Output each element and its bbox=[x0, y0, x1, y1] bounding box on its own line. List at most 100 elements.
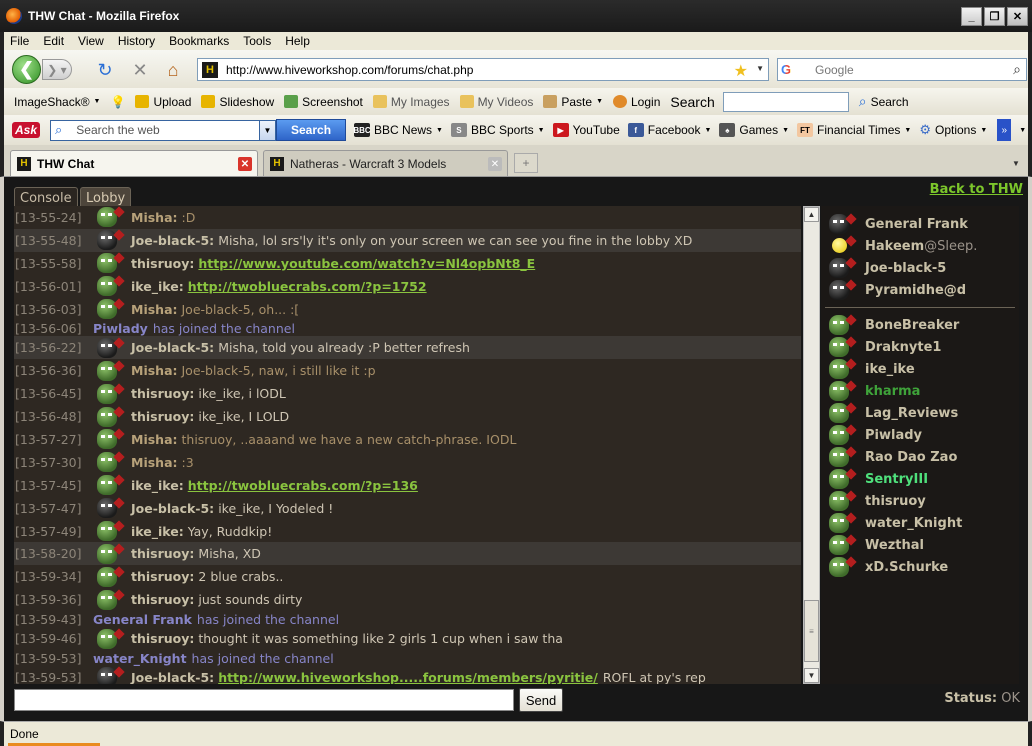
back-to-thw-link[interactable]: Back to THW bbox=[930, 182, 1023, 197]
bookmark-star-icon[interactable]: ★ bbox=[734, 61, 748, 81]
message-input[interactable] bbox=[14, 689, 514, 711]
message-author[interactable]: Joe-black-5: bbox=[131, 670, 214, 684]
user-name[interactable]: Joe-black-5 bbox=[865, 261, 946, 276]
google-icon[interactable]: G bbox=[781, 62, 799, 78]
message-author[interactable]: Misha: bbox=[131, 455, 178, 470]
ask-search-input[interactable]: ⌕ Search the web ▼ bbox=[50, 119, 277, 141]
message-author[interactable]: Misha: bbox=[131, 210, 178, 225]
user-name[interactable]: General Frank bbox=[865, 217, 968, 232]
back-button[interactable]: ❮ bbox=[12, 55, 41, 84]
scroll-down-icon[interactable]: ▼ bbox=[804, 668, 819, 683]
user-list-item[interactable]: ike_ike bbox=[821, 358, 1019, 380]
user-name[interactable]: thisruoy bbox=[865, 494, 926, 509]
user-list-item[interactable]: water_Knight bbox=[821, 512, 1019, 534]
bbc-news-link[interactable]: BBC BBC News ▼ bbox=[353, 123, 443, 137]
my-images-button[interactable]: My Images bbox=[372, 95, 450, 109]
menu-file[interactable]: File bbox=[10, 34, 29, 48]
user-name[interactable]: Piwlady bbox=[865, 428, 922, 443]
imageshack-menu[interactable]: ImageShack® ▼ bbox=[14, 95, 100, 109]
message-author[interactable]: thisruoy: bbox=[131, 592, 194, 607]
menu-view[interactable]: View bbox=[78, 34, 104, 48]
new-tab-button[interactable]: + bbox=[514, 153, 538, 173]
user-list-item[interactable]: Draknyte1 bbox=[821, 336, 1019, 358]
imageshack-search-button[interactable]: ⌕ Search bbox=[859, 93, 909, 110]
message-link[interactable]: http://twobluecrabs.com/?p=136 bbox=[188, 478, 418, 493]
scroll-up-icon[interactable]: ▲ bbox=[804, 207, 819, 222]
user-name[interactable]: Rao Dao Zao bbox=[865, 450, 957, 465]
user-list-item[interactable]: Pyramidhe@d bbox=[821, 279, 1019, 301]
user-list-item[interactable]: xD.Schurke bbox=[821, 556, 1019, 578]
menu-help[interactable]: Help bbox=[285, 34, 310, 48]
imageshack-search-input[interactable] bbox=[722, 91, 849, 112]
user-list-item[interactable]: Piwlady bbox=[821, 424, 1019, 446]
my-videos-button[interactable]: My Videos bbox=[459, 95, 533, 109]
options-button[interactable]: ⚙ Options ▼ bbox=[919, 122, 987, 138]
upload-button[interactable]: Upload bbox=[135, 95, 191, 109]
user-name[interactable]: Hakeem bbox=[865, 239, 924, 254]
user-name[interactable]: xD.Schurke bbox=[865, 560, 948, 575]
toolbar-overflow-button[interactable]: » bbox=[997, 119, 1012, 141]
url-dropdown-icon[interactable]: ▼ bbox=[756, 64, 764, 73]
close-icon[interactable]: ✕ bbox=[238, 157, 252, 171]
user-list-item[interactable]: General Frank bbox=[821, 213, 1019, 235]
tab-list-icon[interactable]: ▼ bbox=[1008, 153, 1024, 173]
tab-natheras[interactable]: H Natheras - Warcraft 3 Models ✕ bbox=[263, 150, 508, 176]
menu-bookmarks[interactable]: Bookmarks bbox=[169, 34, 229, 48]
menu-edit[interactable]: Edit bbox=[43, 34, 64, 48]
message-author[interactable]: thisruoy: bbox=[131, 409, 194, 424]
youtube-link[interactable]: ▶ YouTube bbox=[552, 123, 620, 137]
user-name[interactable]: ike_ike bbox=[865, 362, 915, 377]
message-author[interactable]: thisruoy: bbox=[131, 569, 194, 584]
tab-thw-chat[interactable]: H THW Chat ✕ bbox=[10, 150, 258, 176]
scroll-thumb[interactable]: ≡ bbox=[804, 600, 819, 662]
send-button[interactable]: Send bbox=[519, 688, 563, 712]
financial-times-link[interactable]: FT Financial Times ▼ bbox=[797, 123, 911, 137]
joined-user-name[interactable]: General Frank bbox=[93, 612, 192, 627]
ask-logo[interactable]: Ask bbox=[12, 122, 41, 138]
message-author[interactable]: Misha: bbox=[131, 363, 178, 378]
message-author[interactable]: Joe-black-5: bbox=[131, 340, 214, 355]
maximize-button[interactable]: ❐ bbox=[984, 7, 1005, 26]
message-author[interactable]: Misha: bbox=[131, 302, 178, 317]
url-text[interactable]: http://www.hiveworkshop.com/forums/chat.… bbox=[226, 63, 473, 77]
message-author[interactable]: thisruoy: bbox=[131, 546, 194, 561]
menu-history[interactable]: History bbox=[118, 34, 155, 48]
message-author[interactable]: Joe-black-5: bbox=[131, 233, 214, 248]
close-icon[interactable]: ✕ bbox=[488, 157, 502, 171]
user-name[interactable]: BoneBreaker bbox=[865, 318, 959, 333]
close-button[interactable]: ✕ bbox=[1007, 7, 1028, 26]
chevron-down-icon[interactable]: ▼ bbox=[259, 120, 276, 140]
message-author[interactable]: ike_ike: bbox=[131, 279, 184, 294]
url-bar[interactable]: H http://www.hiveworkshop.com/forums/cha… bbox=[197, 58, 769, 81]
user-name[interactable]: water_Knight bbox=[865, 516, 962, 531]
user-list-item[interactable]: BoneBreaker bbox=[821, 314, 1019, 336]
user-name[interactable]: Wezthal bbox=[865, 538, 924, 553]
search-placeholder[interactable]: Google bbox=[815, 63, 854, 77]
stop-icon[interactable]: ✕ bbox=[129, 59, 151, 81]
user-list-item[interactable]: Joe-black-5 bbox=[821, 257, 1019, 279]
user-list-item[interactable]: Hakeem @Sleep. bbox=[821, 235, 1019, 257]
message-author[interactable]: ike_ike: bbox=[131, 524, 184, 539]
message-author[interactable]: thisruoy: bbox=[131, 256, 194, 271]
screenshot-button[interactable]: Screenshot bbox=[284, 95, 363, 109]
message-author[interactable]: thisruoy: bbox=[131, 386, 194, 401]
user-list-item[interactable]: SentryIII bbox=[821, 468, 1019, 490]
message-link[interactable]: http://www.hiveworkshop.....forums/membe… bbox=[218, 670, 598, 684]
user-name[interactable]: Pyramidhe@d bbox=[865, 283, 966, 298]
slideshow-button[interactable]: Slideshow bbox=[201, 95, 274, 109]
message-author[interactable]: Misha: bbox=[131, 432, 178, 447]
minimize-button[interactable]: _ bbox=[961, 7, 982, 26]
search-icon[interactable]: ⌕ bbox=[1013, 61, 1021, 78]
user-name[interactable]: Lag_Reviews bbox=[865, 406, 958, 421]
user-list-item[interactable]: thisruoy bbox=[821, 490, 1019, 512]
facebook-link[interactable]: f Facebook ▼ bbox=[627, 123, 711, 137]
login-button[interactable]: Login bbox=[613, 95, 660, 109]
user-list-item[interactable]: Wezthal bbox=[821, 534, 1019, 556]
user-name[interactable]: SentryIII bbox=[865, 472, 928, 487]
message-link[interactable]: http://www.youtube.com/watch?v=Nl4opbNt8… bbox=[198, 256, 535, 271]
user-list-item[interactable]: kharma bbox=[821, 380, 1019, 402]
chat-scrollbar[interactable]: ▲ ≡ ▼ bbox=[803, 206, 820, 684]
message-link[interactable]: http://twobluecrabs.com/?p=1752 bbox=[188, 279, 427, 294]
home-icon[interactable]: ⌂ bbox=[162, 59, 184, 81]
user-list-item[interactable]: Lag_Reviews bbox=[821, 402, 1019, 424]
